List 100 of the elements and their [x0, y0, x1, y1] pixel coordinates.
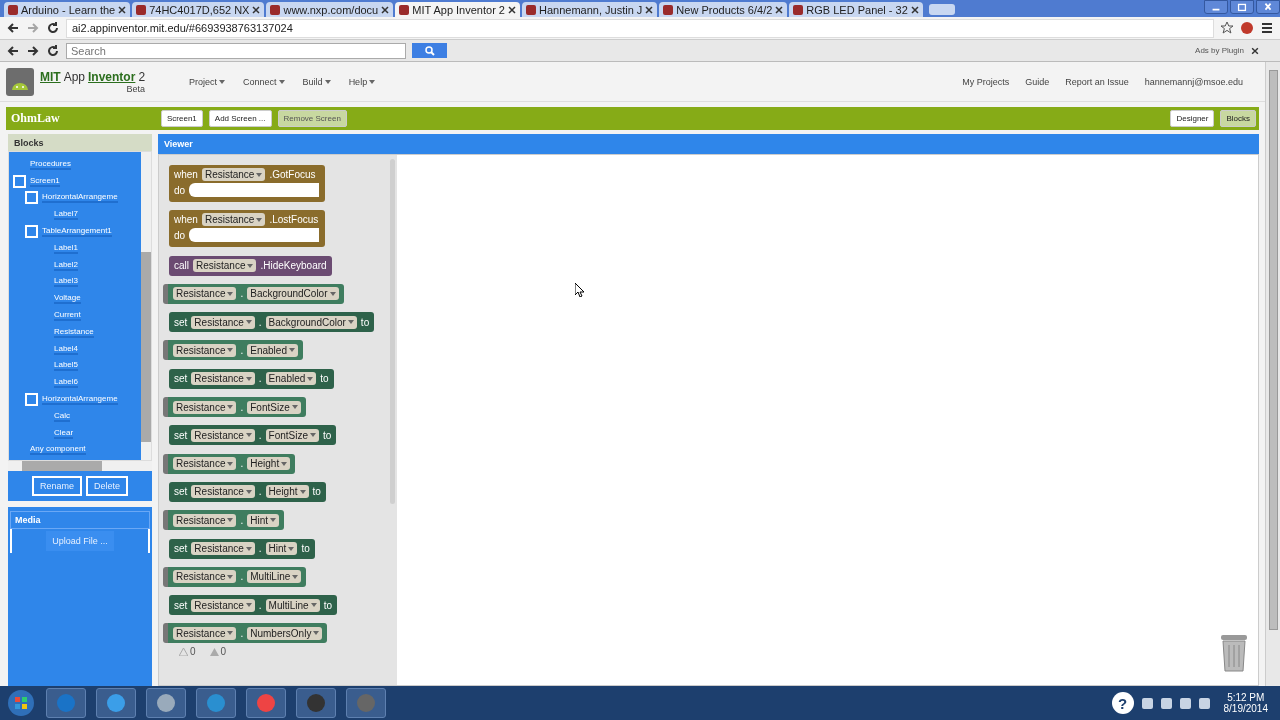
- close-icon[interactable]: [252, 5, 261, 14]
- component-dropdown[interactable]: Resistance: [173, 287, 237, 301]
- method-block[interactable]: call Resistance .HideKeyboard: [169, 255, 332, 276]
- close-icon[interactable]: [118, 5, 127, 14]
- close-icon[interactable]: [1256, 0, 1280, 14]
- scrollbar[interactable]: [1265, 62, 1280, 686]
- component-dropdown[interactable]: Resistance: [173, 457, 237, 471]
- component-dropdown[interactable]: Resistance: [173, 344, 237, 357]
- browser-tab[interactable]: 74HC4017D,652 NX: [132, 2, 265, 17]
- getter-block[interactable]: Resistance . Height: [163, 453, 296, 474]
- tree-item[interactable]: Label5: [54, 360, 79, 372]
- forward-icon[interactable]: [26, 43, 40, 58]
- menu-item[interactable]: Project: [189, 76, 226, 87]
- close-icon[interactable]: [508, 5, 516, 14]
- component-dropdown[interactable]: Resistance: [191, 315, 255, 329]
- tree-item[interactable]: Resistance: [54, 326, 94, 338]
- tree-item[interactable]: Label7: [54, 209, 79, 221]
- property-dropdown[interactable]: MultiLine: [247, 570, 302, 584]
- property-dropdown[interactable]: FontSize: [265, 428, 320, 442]
- component-dropdown[interactable]: Resistance: [191, 372, 255, 386]
- nav-link[interactable]: Report an Issue: [1065, 76, 1129, 87]
- nav-link[interactable]: Guide: [1025, 76, 1050, 87]
- getter-block[interactable]: Resistance . Enabled: [163, 340, 303, 361]
- screen-dropdown[interactable]: Screen1: [161, 110, 203, 127]
- property-dropdown[interactable]: FontSize: [247, 400, 301, 414]
- nav-link[interactable]: My Projects: [962, 76, 1010, 87]
- search-field[interactable]: Search: [66, 42, 406, 59]
- tray-icon[interactable]: [1141, 697, 1153, 709]
- getter-block[interactable]: Resistance . MultiLine: [163, 566, 307, 587]
- close-icon[interactable]: [645, 5, 654, 14]
- tree-item[interactable]: Procedures: [30, 158, 71, 170]
- tray-icon[interactable]: [1160, 697, 1172, 709]
- tray-icon[interactable]: [1179, 697, 1191, 709]
- menu-item[interactable]: Help: [348, 76, 376, 87]
- component-dropdown[interactable]: Resistance: [173, 513, 237, 527]
- component-dropdown[interactable]: Resistance: [201, 168, 266, 181]
- browser-tab[interactable]: Hannemann, Justin J: [522, 2, 658, 17]
- property-dropdown[interactable]: BackgroundColor: [247, 287, 339, 301]
- tree-item[interactable]: Clear: [54, 427, 74, 439]
- component-dropdown[interactable]: Resistance: [191, 598, 255, 612]
- component-dropdown[interactable]: Resistance: [173, 626, 237, 640]
- minimize-icon[interactable]: [1204, 0, 1228, 14]
- view-tab[interactable]: Blocks: [1220, 110, 1256, 127]
- menu-item[interactable]: Build: [302, 76, 331, 87]
- blocks-workspace[interactable]: [158, 154, 1259, 686]
- tree-item[interactable]: Voltage: [54, 293, 81, 305]
- tree-toggle[interactable]: [13, 174, 26, 188]
- menu-icon[interactable]: [1260, 21, 1274, 35]
- tree-item[interactable]: Current: [54, 310, 81, 322]
- browser-tab[interactable]: MIT App Inventor 2: [395, 2, 520, 17]
- browser-tab[interactable]: Arduino - Learn the: [4, 2, 131, 17]
- browser-tab[interactable]: RGB LED Panel - 32: [789, 2, 923, 17]
- component-dropdown[interactable]: Resistance: [173, 570, 237, 584]
- setter-block[interactable]: set Resistance . BackgroundColor to: [169, 312, 375, 333]
- menu-item[interactable]: Connect: [243, 76, 285, 87]
- event-block[interactable]: when Resistance .LostFocus do: [169, 210, 325, 248]
- tree-item[interactable]: Label1: [54, 242, 79, 254]
- property-dropdown[interactable]: MultiLine: [265, 598, 320, 612]
- error-count[interactable]: 0: [209, 646, 227, 657]
- setter-block[interactable]: set Resistance . MultiLine to: [169, 595, 337, 616]
- tree-item[interactable]: TableArrangement1: [42, 226, 112, 238]
- tree-item[interactable]: Calc: [54, 410, 70, 422]
- getter-block[interactable]: Resistance . Hint: [163, 510, 285, 531]
- tree-item[interactable]: Label4: [54, 343, 79, 355]
- setter-block[interactable]: set Resistance . Hint to: [169, 538, 315, 559]
- taskbar-app-icon[interactable]: [296, 688, 336, 718]
- search-button[interactable]: [412, 43, 447, 58]
- component-dropdown[interactable]: Resistance: [191, 428, 255, 442]
- reload-icon[interactable]: [46, 21, 60, 35]
- component-dropdown[interactable]: Resistance: [173, 400, 237, 414]
- close-icon[interactable]: [910, 5, 919, 14]
- tree-item[interactable]: HorizontalArrangeme: [42, 394, 118, 406]
- warning-count[interactable]: 0: [179, 646, 196, 657]
- property-dropdown[interactable]: Enabled: [265, 372, 317, 386]
- component-dropdown[interactable]: Resistance: [193, 259, 257, 273]
- tree-item[interactable]: Label2: [54, 259, 79, 271]
- address-field[interactable]: ai2.appinventor.mit.edu/#6693938763137024: [66, 18, 1214, 38]
- scrollbar[interactable]: [141, 152, 151, 460]
- toolbar-button[interactable]: Add Screen ...: [208, 110, 272, 127]
- setter-block[interactable]: set Resistance . Height to: [169, 481, 326, 502]
- component-dropdown[interactable]: Resistance: [201, 213, 266, 227]
- close-icon[interactable]: [381, 5, 390, 14]
- taskbar-app-icon[interactable]: [146, 688, 186, 718]
- extension-icon[interactable]: [1240, 21, 1254, 35]
- tree-toggle[interactable]: [25, 225, 38, 239]
- property-dropdown[interactable]: Height: [247, 457, 291, 471]
- property-dropdown[interactable]: Height: [265, 485, 309, 499]
- star-icon[interactable]: [1220, 21, 1234, 35]
- getter-block[interactable]: Resistance . FontSize: [163, 397, 306, 418]
- tree-item[interactable]: Screen1: [30, 175, 60, 187]
- new-tab-button[interactable]: [928, 4, 955, 15]
- back-icon[interactable]: [6, 43, 20, 58]
- getter-block[interactable]: Resistance . NumbersOnly: [163, 623, 328, 644]
- property-dropdown[interactable]: Hint: [247, 513, 280, 527]
- tree-item[interactable]: Label3: [54, 276, 79, 288]
- account-menu[interactable]: hannemannj@msoe.edu: [1144, 76, 1243, 87]
- close-icon[interactable]: [775, 5, 784, 14]
- view-tab[interactable]: Designer: [1170, 110, 1215, 127]
- getter-block[interactable]: Resistance . BackgroundColor: [163, 283, 344, 304]
- tree-item[interactable]: HorizontalArrangeme: [42, 192, 118, 204]
